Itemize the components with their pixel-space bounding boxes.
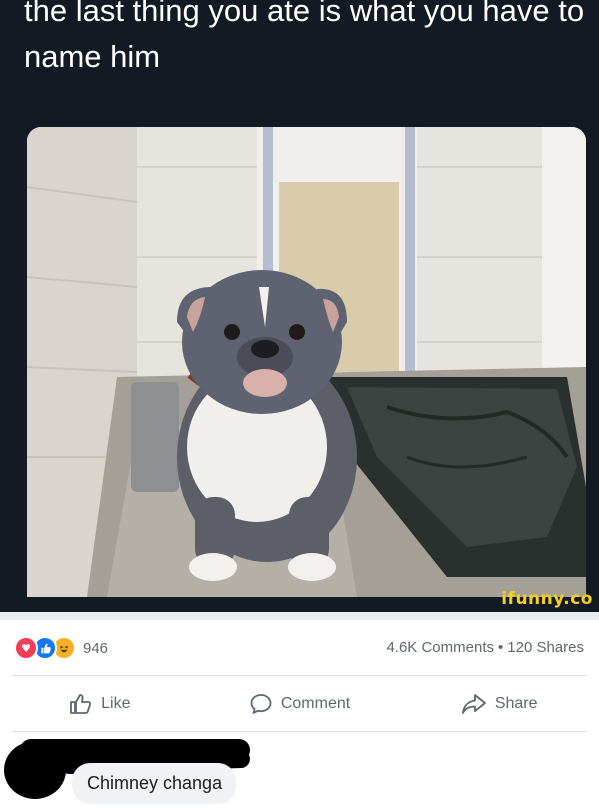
- like-label: Like: [101, 695, 131, 712]
- image-bottom-border: [0, 612, 599, 620]
- meme-caption: the last thing you ate is what you have …: [24, 0, 585, 74]
- comment-text: Chimney changa: [87, 773, 223, 793]
- comment-button[interactable]: Comment: [200, 680, 400, 728]
- share-button[interactable]: Share: [399, 680, 599, 728]
- comment-bubble[interactable]: Chimney changa: [72, 763, 237, 804]
- share-arrow-icon: [461, 694, 486, 714]
- divider: [12, 731, 587, 732]
- speech-bubble-icon: [250, 694, 272, 714]
- comment-item: Chimney changa: [0, 733, 599, 812]
- comments-count[interactable]: 4.6K Comments: [386, 639, 494, 656]
- thumbs-up-icon: [70, 694, 92, 714]
- comment-label: Comment: [280, 695, 351, 712]
- reactions-summary[interactable]: ♥ 946: [14, 636, 109, 660]
- meme-image[interactable]: the last thing you ate is what you have …: [0, 0, 599, 612]
- reaction-count: 946: [83, 639, 109, 657]
- dog-photo: [27, 127, 586, 597]
- engagement-counts: 4.6K Comments • 120 Shares: [386, 639, 584, 656]
- like-button[interactable]: Like: [0, 680, 200, 728]
- share-label: Share: [494, 695, 538, 712]
- post-actions: Like Comment Share: [0, 680, 599, 728]
- separator-dot: •: [498, 639, 504, 656]
- love-icon: ♥: [14, 636, 38, 660]
- post-stats: ♥ 946 4.6K Comments • 120 Shares: [0, 630, 599, 666]
- divider: [12, 675, 587, 676]
- ifunny-watermark: ifunny.co: [501, 589, 593, 609]
- shares-count[interactable]: 120 Shares: [507, 639, 584, 656]
